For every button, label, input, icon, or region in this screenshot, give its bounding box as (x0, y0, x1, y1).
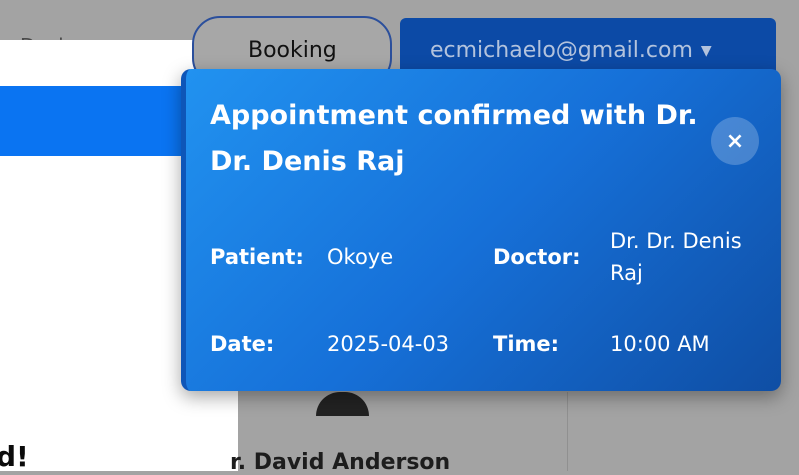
time-label: Time: (493, 332, 560, 356)
date-value: 2025-04-03 (327, 332, 450, 356)
date-label: Date: (210, 332, 275, 356)
booking-label: Booking (248, 38, 337, 63)
doctor-label: Doctor: (493, 245, 581, 269)
patient-value: Okoye (327, 245, 394, 269)
patient-label: Patient: (210, 245, 304, 269)
background-heading: d! (0, 440, 29, 473)
account-email: ecmichaelo@gmail.com (430, 38, 693, 63)
time-value: 10:00 AM (610, 332, 710, 356)
confirmation-modal: Appointment confirmed with Dr. Dr. Denis… (181, 69, 781, 391)
modal-title: Appointment confirmed with Dr. Dr. Denis… (210, 100, 698, 177)
background-divider (567, 392, 568, 471)
doctor-value: Dr. Dr. Denis Raj (610, 229, 742, 285)
chevron-down-icon: ▼ (700, 43, 712, 59)
close-button[interactable]: × (711, 117, 759, 165)
doctor-avatar (316, 392, 369, 416)
doctor-card-name: r. David Anderson (230, 450, 451, 475)
close-icon: × (725, 128, 745, 154)
